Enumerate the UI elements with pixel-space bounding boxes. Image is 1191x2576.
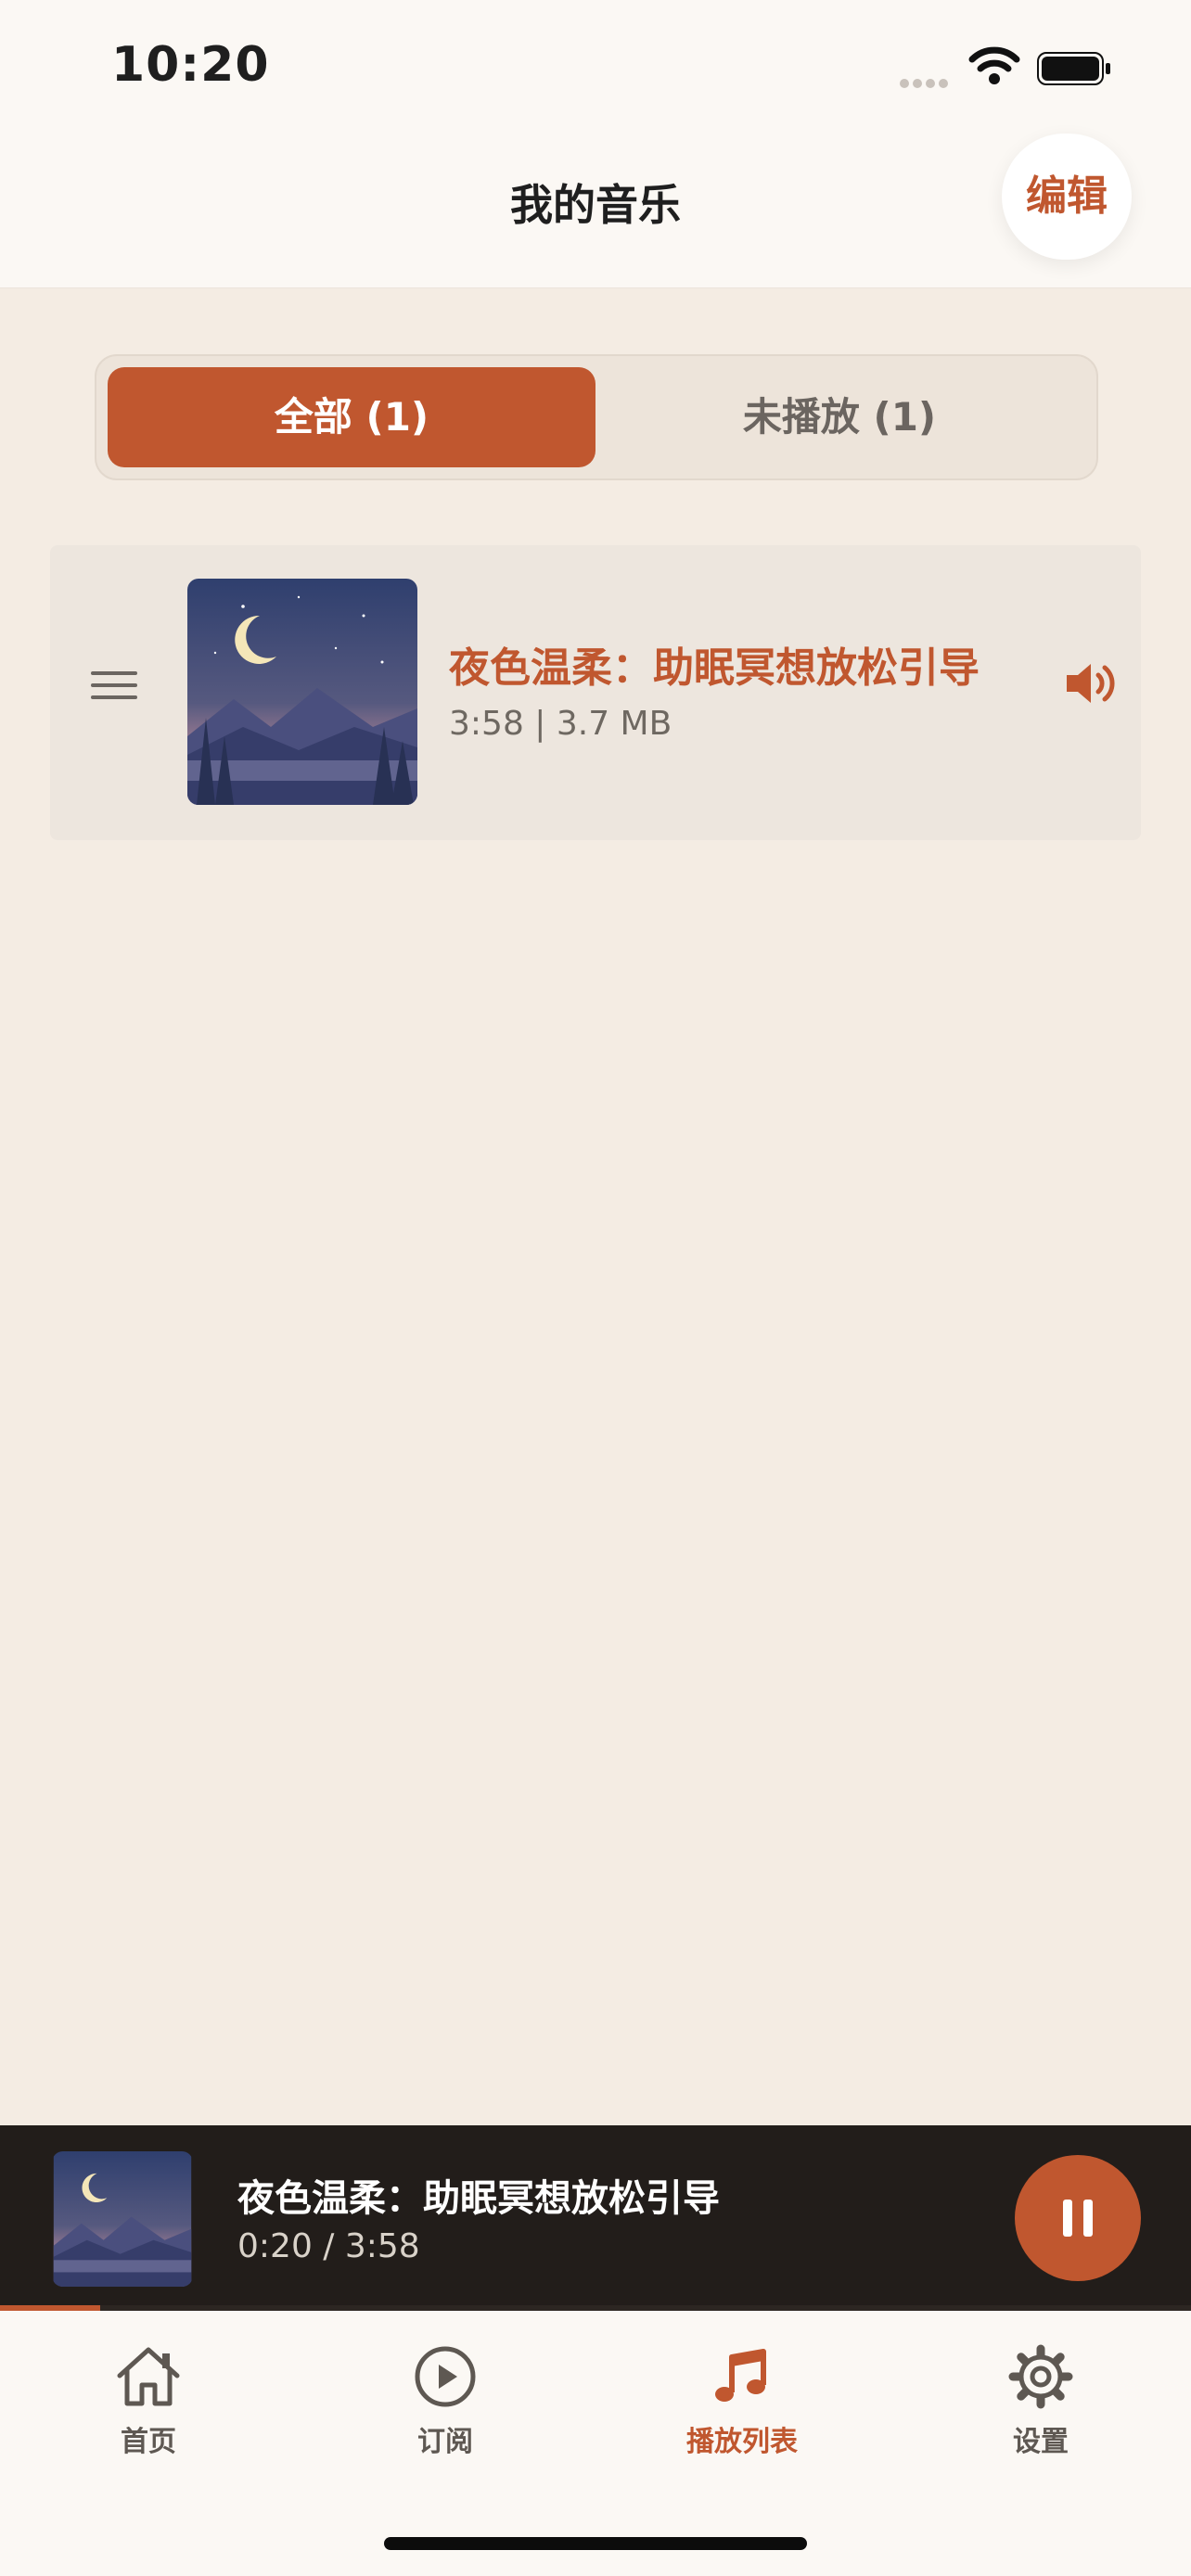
track-title: 夜色温柔：助眠冥想放松引导 (449, 644, 980, 692)
tab-subscriptions[interactable]: 订阅 (352, 2344, 538, 2459)
player-artwork (52, 2151, 193, 2287)
wifi-icon (968, 46, 1020, 84)
tab-home[interactable]: 首页 (56, 2344, 241, 2459)
music-note-icon (715, 2349, 766, 2402)
speaker-icon (1067, 664, 1115, 703)
tab-playlist-label: 播放列表 (686, 2426, 798, 2458)
tab-home-label: 首页 (121, 2426, 176, 2458)
tab-unplayed[interactable]: 未播放 (1) (596, 367, 1083, 467)
pause-button[interactable] (1015, 2155, 1141, 2281)
status-time: 10:20 (111, 37, 270, 93)
tab-subscriptions-label: 订阅 (417, 2426, 473, 2458)
cellular-signal-icon (900, 74, 955, 88)
home-icon (117, 2347, 180, 2406)
gear-icon (1008, 2344, 1073, 2409)
battery-icon (1037, 52, 1110, 85)
drag-handle-icon[interactable] (91, 671, 137, 699)
tab-all[interactable]: 全部 (1) (108, 367, 596, 467)
edit-button[interactable]: 编辑 (1002, 134, 1132, 260)
track-row[interactable]: 夜色温柔：助眠冥想放松引导 3:58 | 3.7 MB (50, 545, 1141, 840)
track-artwork (187, 579, 417, 805)
tab-playlist[interactable]: 播放列表 (649, 2344, 835, 2459)
pause-icon (1063, 2200, 1072, 2237)
track-meta: 3:58 | 3.7 MB (449, 705, 672, 743)
player-time: 0:20 / 3:58 (237, 2227, 420, 2265)
play-circle-icon (415, 2346, 476, 2407)
tab-settings[interactable]: 设置 (948, 2344, 1133, 2459)
mini-player[interactable]: 夜色温柔：助眠冥想放松引导 0:20 / 3:58 (0, 2125, 1191, 2307)
status-bar: 10:20 (0, 0, 1191, 139)
tab-settings-label: 设置 (1013, 2426, 1069, 2458)
filter-segmented-control: 全部 (1) 未播放 (1) (95, 354, 1098, 480)
player-title: 夜色温柔：助眠冥想放松引导 (237, 2177, 720, 2220)
home-indicator (384, 2537, 807, 2550)
